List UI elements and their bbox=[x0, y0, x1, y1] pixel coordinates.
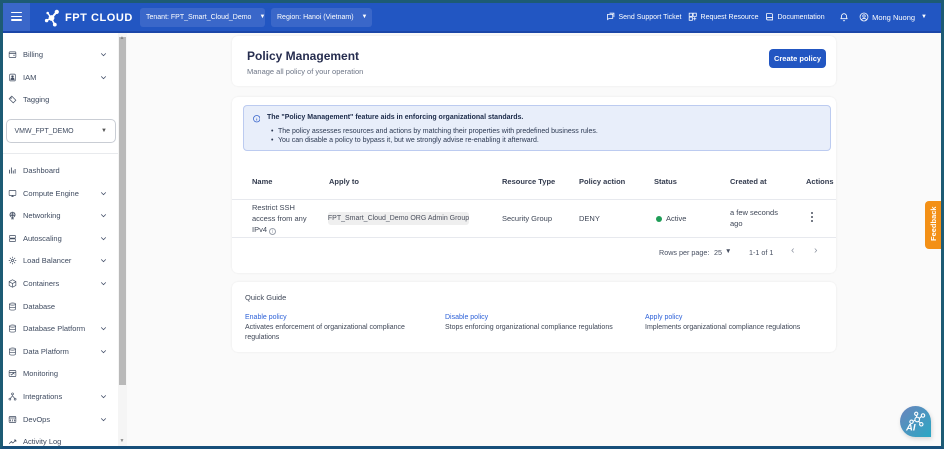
svg-text:AI: AI bbox=[905, 422, 916, 433]
